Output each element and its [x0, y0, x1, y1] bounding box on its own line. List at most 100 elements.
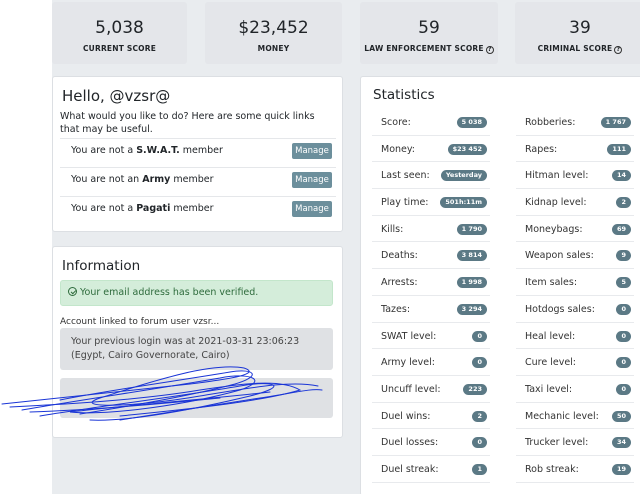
stat-row: Tazes: 3 294	[372, 296, 490, 323]
current-score-value: 5,038	[95, 18, 144, 38]
stat-row: Robberies: 1 767	[516, 109, 634, 136]
stat-value-badge: 34	[611, 437, 631, 449]
stat-row: Army level: 0	[372, 349, 490, 376]
membership-text: You are not an Army member	[71, 174, 214, 185]
manage-swat-button[interactable]: Manage	[292, 143, 332, 159]
score-card-money: $23,452 MONEY	[205, 2, 342, 64]
stat-row: Money: $23 452	[372, 136, 490, 163]
stat-row: Kills: 1 790	[372, 216, 490, 243]
stat-value-badge: 1 767	[600, 117, 631, 128]
membership-row-pagati: You are not a Pagati member Manage	[60, 196, 336, 225]
stat-row: Rob streak: 19	[516, 456, 634, 483]
manage-army-button[interactable]: Manage	[292, 172, 332, 188]
help-icon[interactable]: ?	[614, 46, 623, 54]
stat-label: Kills:	[381, 223, 404, 235]
stat-label: Uncuff level:	[381, 383, 441, 395]
stat-value-badge: 5	[616, 277, 631, 289]
stat-row: Item sales: 5	[516, 269, 634, 296]
stat-row: Play time: 501h:11m	[372, 189, 490, 216]
stat-label: Hitman level:	[525, 170, 589, 182]
stat-label: Deaths:	[381, 250, 418, 262]
law-score-label-wrap: LAW ENFORCEMENT SCORE?	[360, 44, 498, 54]
stats-left-column: Score: 5 038 Money: $23 452 Last seen: Yester…	[372, 109, 490, 483]
stat-label: Duel streak:	[381, 463, 439, 475]
stat-value-badge: 0	[616, 383, 631, 395]
stat-value-badge: 3 294	[456, 303, 487, 315]
stat-row: Deaths: 3 814	[372, 242, 490, 270]
membership-text: You are not a S.W.A.T. member	[71, 145, 223, 156]
stat-value-badge: 0	[472, 330, 487, 342]
stat-label: Moneybags:	[525, 223, 583, 235]
stat-value-badge: 223	[463, 383, 487, 395]
stat-value-badge: 0	[616, 303, 631, 315]
statistics-panel: Statistics Score: 5 038 Money: $23 452 Last …	[360, 76, 640, 494]
stat-label: Mechanic level:	[525, 410, 599, 422]
stat-label: Duel wins:	[381, 410, 431, 422]
stat-value-badge: 9	[616, 250, 631, 262]
membership-row-swat: You are not a S.W.A.T. member Manage	[60, 138, 336, 167]
stat-label: Last seen:	[381, 170, 430, 182]
score-card-criminal: 39 CRIMINAL SCORE?	[515, 2, 640, 64]
stat-value-badge: 1 998	[456, 277, 487, 289]
manage-pagati-button[interactable]: Manage	[292, 201, 332, 217]
stat-label: SWAT level:	[381, 330, 437, 342]
stat-value-badge: 19	[611, 463, 631, 475]
stat-row: Weapon sales: 9	[516, 242, 634, 270]
stat-value-badge: 1 790	[456, 223, 487, 235]
information-title: Information	[62, 258, 141, 274]
stat-row: Arrests: 1 998	[372, 269, 490, 296]
stat-row: Kidnap level: 2	[516, 189, 634, 216]
stat-value-badge: 2	[616, 197, 631, 209]
stat-value-badge: 0	[472, 357, 487, 369]
scribble-redaction	[1, 366, 323, 421]
stat-label: Money:	[381, 143, 416, 155]
criminal-score-label: CRIMINAL SCORE	[537, 44, 613, 53]
current-score-label: CURRENT SCORE	[82, 44, 157, 53]
stat-row: Rapes: 111	[516, 136, 634, 163]
membership-text: You are not a Pagati member	[71, 203, 214, 214]
stat-row: Duel wins: 2	[372, 403, 490, 430]
stat-value-badge: 2	[472, 410, 487, 422]
stat-row: Score: 5 038	[372, 109, 490, 136]
money-label: MONEY	[257, 44, 290, 53]
stat-label: Taxi level:	[525, 383, 573, 395]
stat-label: Trucker level:	[525, 437, 589, 449]
stat-label: Play time:	[381, 197, 429, 209]
stat-value-badge: 1	[472, 463, 487, 475]
law-score-value: 59	[418, 18, 440, 38]
membership-row-army: You are not an Army member Manage	[60, 167, 336, 196]
stat-label: Weapon sales:	[525, 250, 594, 262]
stat-label: Duel losses:	[381, 437, 439, 449]
stat-value-badge: 0	[472, 437, 487, 449]
email-verified-text: Your email address has been verified.	[80, 287, 259, 298]
stat-value-badge: Yesterday	[440, 170, 487, 182]
forum-link-text: Account linked to forum user vzsr...	[60, 317, 220, 327]
hello-title: Hello, @vzsr@	[62, 87, 171, 105]
hello-panel: Hello, @vzsr@ What would you like to do?…	[52, 76, 343, 232]
stat-row: Mechanic level: 50	[516, 403, 634, 430]
stat-row: Uncuff level: 223	[372, 376, 490, 403]
money-value: $23,452	[238, 18, 309, 38]
stat-row: SWAT level: 0	[372, 323, 490, 350]
stat-row: Duel streak: 1	[372, 456, 490, 483]
stat-label: Item sales:	[525, 277, 578, 289]
stat-label: Kidnap level:	[525, 197, 587, 209]
stat-row: Taxi level: 0	[516, 376, 634, 403]
statistics-title: Statistics	[373, 87, 435, 103]
stat-value-badge: 0	[616, 357, 631, 369]
stats-right-column: Robberies: 1 767 Rapes: 111 Hitman level: 14 K…	[516, 109, 634, 483]
stat-label: Army level:	[381, 357, 435, 369]
stat-label: Rapes:	[525, 143, 558, 155]
help-icon[interactable]: ?	[485, 46, 494, 54]
stat-label: Cure level:	[525, 357, 577, 369]
check-circle-icon	[68, 287, 77, 296]
stat-row: Cure level: 0	[516, 349, 634, 376]
criminal-score-value: 39	[569, 18, 591, 38]
stat-label: Heal level:	[525, 330, 576, 342]
stat-row: Heal level: 0	[516, 323, 634, 350]
stat-row: Last seen: Yesterday	[372, 162, 490, 190]
hello-intro: What would you like to do? Here are some…	[60, 111, 315, 135]
stat-label: Hotdogs sales:	[525, 303, 595, 315]
stat-label: Tazes:	[381, 303, 411, 315]
stat-value-badge: 69	[611, 223, 631, 235]
